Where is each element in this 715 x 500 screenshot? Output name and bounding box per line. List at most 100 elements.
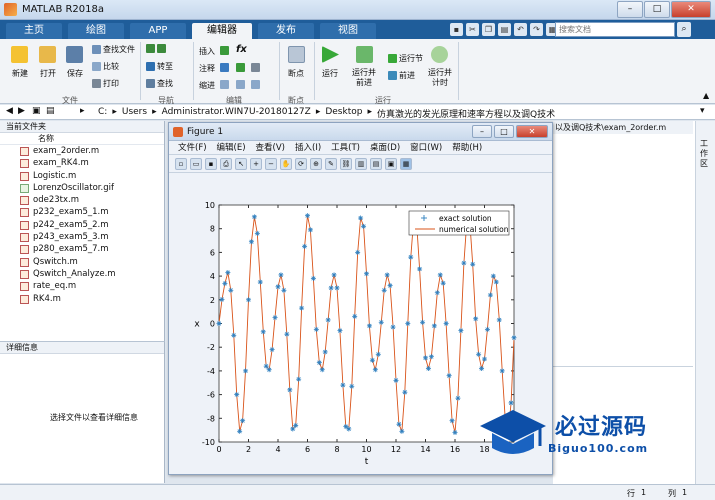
back-arrow-icon[interactable]: ◀ — [6, 106, 13, 116]
zoom-out-icon[interactable]: − — [265, 158, 277, 170]
insert-section-icon[interactable] — [220, 46, 229, 55]
file-list-item[interactable]: p232_exam5_1.m — [0, 206, 164, 218]
comment-icon[interactable] — [220, 63, 229, 72]
tab-plots[interactable]: 绘图 — [68, 23, 124, 39]
wrap-icon[interactable] — [251, 63, 260, 72]
search-input[interactable]: 搜索文档 — [555, 22, 675, 37]
open-icon[interactable]: ▭ — [190, 158, 202, 170]
colorbar-icon[interactable]: ▥ — [355, 158, 367, 170]
pointer-icon[interactable]: ↖ — [235, 158, 247, 170]
data-cursor-icon[interactable]: ⊕ — [310, 158, 322, 170]
smart-indent-icon[interactable] — [220, 80, 229, 89]
find-files-button[interactable]: 查找文件 — [92, 44, 135, 55]
new-button[interactable]: 新建 — [12, 68, 28, 79]
address-bar[interactable]: ◀ ▶ ▣ ▤ ▸ C: ▸ Users ▸ Administrator.WIN7U-2… — [0, 105, 715, 120]
collapse-ribbon-icon[interactable]: ▲ — [703, 91, 709, 100]
minimize-button[interactable]: – — [617, 1, 643, 18]
zoom-in-icon[interactable]: + — [250, 158, 262, 170]
file-list-item[interactable]: exam_RK4.m — [0, 157, 164, 169]
name-column-header[interactable]: 名称 — [0, 133, 164, 145]
figure-maximize-button[interactable]: □ — [494, 125, 514, 138]
compare-button[interactable]: 比较 — [92, 61, 119, 72]
breadcrumb-item[interactable]: 仿真激光的发光原理和速率方程以及调Q技术 — [377, 107, 555, 120]
save-icon[interactable] — [66, 46, 83, 63]
print-icon[interactable]: ⎙ — [220, 158, 232, 170]
breadcrumb-item[interactable]: Desktop — [325, 107, 362, 120]
fx-button[interactable]: fx — [236, 44, 247, 55]
tab-view[interactable]: 视图 — [320, 23, 376, 39]
run-advance-icon[interactable] — [356, 46, 373, 63]
redo-icon[interactable]: ↷ — [530, 23, 543, 36]
paste-icon[interactable]: ▤ — [498, 23, 511, 36]
file-list-item[interactable]: Qswitch_Analyze.m — [0, 268, 164, 280]
insert-button[interactable]: 插入 — [199, 46, 215, 57]
figure-menu-item[interactable]: 查看(V) — [256, 141, 285, 154]
breakpoints-button[interactable]: 断点 — [288, 68, 304, 79]
run-section-button[interactable]: 运行节 — [388, 53, 423, 64]
file-list-item[interactable]: exam_2order.m — [0, 145, 164, 157]
new-icon[interactable]: ▫ — [175, 158, 187, 170]
hide-plot-tools-icon[interactable]: ▣ — [385, 158, 397, 170]
rotate-icon[interactable]: ⟳ — [295, 158, 307, 170]
run-advance-button[interactable]: 运行并 前进 — [352, 68, 376, 88]
figure-menu-item[interactable]: 编辑(E) — [217, 141, 246, 154]
search-icon[interactable]: ⌕ — [677, 22, 691, 37]
print-button[interactable]: 打印 — [92, 78, 119, 89]
breakpoints-icon[interactable] — [288, 46, 305, 63]
figure-menu-item[interactable]: 插入(I) — [295, 141, 321, 154]
cut-icon[interactable]: ✂ — [466, 23, 479, 36]
comment-button[interactable]: 注释 — [199, 63, 215, 74]
maximize-button[interactable]: □ — [644, 1, 670, 18]
file-list-item[interactable]: ode23tx.m — [0, 194, 164, 206]
figure-menu-item[interactable]: 桌面(D) — [370, 141, 400, 154]
copy-icon[interactable]: ❐ — [482, 23, 495, 36]
file-list-item[interactable]: p242_exam5_2.m — [0, 219, 164, 231]
legend-icon[interactable]: ▤ — [370, 158, 382, 170]
browse-folder-icon[interactable]: ▤ — [46, 106, 55, 116]
figure-menu-item[interactable]: 帮助(H) — [452, 141, 482, 154]
increase-indent-icon[interactable] — [236, 80, 245, 89]
figure-menu-item[interactable]: 工具(T) — [331, 141, 360, 154]
file-list-item[interactable]: Qswitch.m — [0, 256, 164, 268]
figure-minimize-button[interactable]: – — [472, 125, 492, 138]
file-list-item[interactable]: LorenzOscillator.gif — [0, 182, 164, 194]
open-button[interactable]: 打开 — [40, 68, 56, 79]
run-time-button[interactable]: 运行并 计时 — [428, 68, 452, 88]
link-icon[interactable]: ⛓ — [340, 158, 352, 170]
breadcrumb-item[interactable]: Users — [122, 107, 147, 120]
workspace-sidebar[interactable]: 工作区 — [695, 121, 715, 486]
folder-up-icon[interactable]: ▣ — [32, 106, 41, 116]
path-root-icon[interactable]: ▸ — [80, 106, 85, 116]
show-plot-tools-icon[interactable]: ▦ — [400, 158, 412, 170]
save-quick-icon[interactable]: ▪ — [450, 23, 463, 36]
breadcrumb-item[interactable]: C: — [98, 107, 107, 120]
file-list-item[interactable]: Logistic.m — [0, 170, 164, 182]
save-icon[interactable]: ▪ — [205, 158, 217, 170]
undo-icon[interactable]: ↶ — [514, 23, 527, 36]
figure-title-bar[interactable]: Figure 1 – □ ✕ — [169, 123, 552, 141]
tab-apps[interactable]: APP — [130, 23, 186, 39]
editor-tab[interactable]: 以及调Q技术\exam_2order.m — [553, 121, 693, 134]
run-icon[interactable] — [322, 46, 339, 63]
run-button[interactable]: 运行 — [322, 68, 338, 79]
find-button[interactable]: 查找 — [146, 78, 173, 89]
nav-arrows[interactable] — [146, 44, 168, 53]
figure-menu-item[interactable]: 窗口(W) — [410, 141, 442, 154]
figure-close-button[interactable]: ✕ — [516, 125, 548, 138]
figure-menu-item[interactable]: 文件(F) — [178, 141, 207, 154]
open-icon[interactable] — [39, 46, 56, 63]
file-list-item[interactable]: p280_exam5_7.m — [0, 243, 164, 255]
file-list-item[interactable]: RK4.m — [0, 293, 164, 305]
tab-home[interactable]: 主页 — [6, 23, 62, 39]
run-time-icon[interactable] — [431, 46, 448, 63]
brush-icon[interactable]: ✎ — [325, 158, 337, 170]
tab-publish[interactable]: 发布 — [258, 23, 314, 39]
path-dropdown-icon[interactable]: ▾ — [700, 106, 705, 116]
new-icon[interactable] — [11, 46, 28, 63]
pan-icon[interactable]: ✋ — [280, 158, 292, 170]
advance-button[interactable]: 前进 — [388, 70, 415, 81]
file-list-item[interactable]: p243_exam5_3.m — [0, 231, 164, 243]
decrease-indent-icon[interactable] — [251, 80, 260, 89]
close-button[interactable]: ✕ — [671, 1, 711, 18]
indent-button[interactable]: 缩进 — [199, 80, 215, 91]
